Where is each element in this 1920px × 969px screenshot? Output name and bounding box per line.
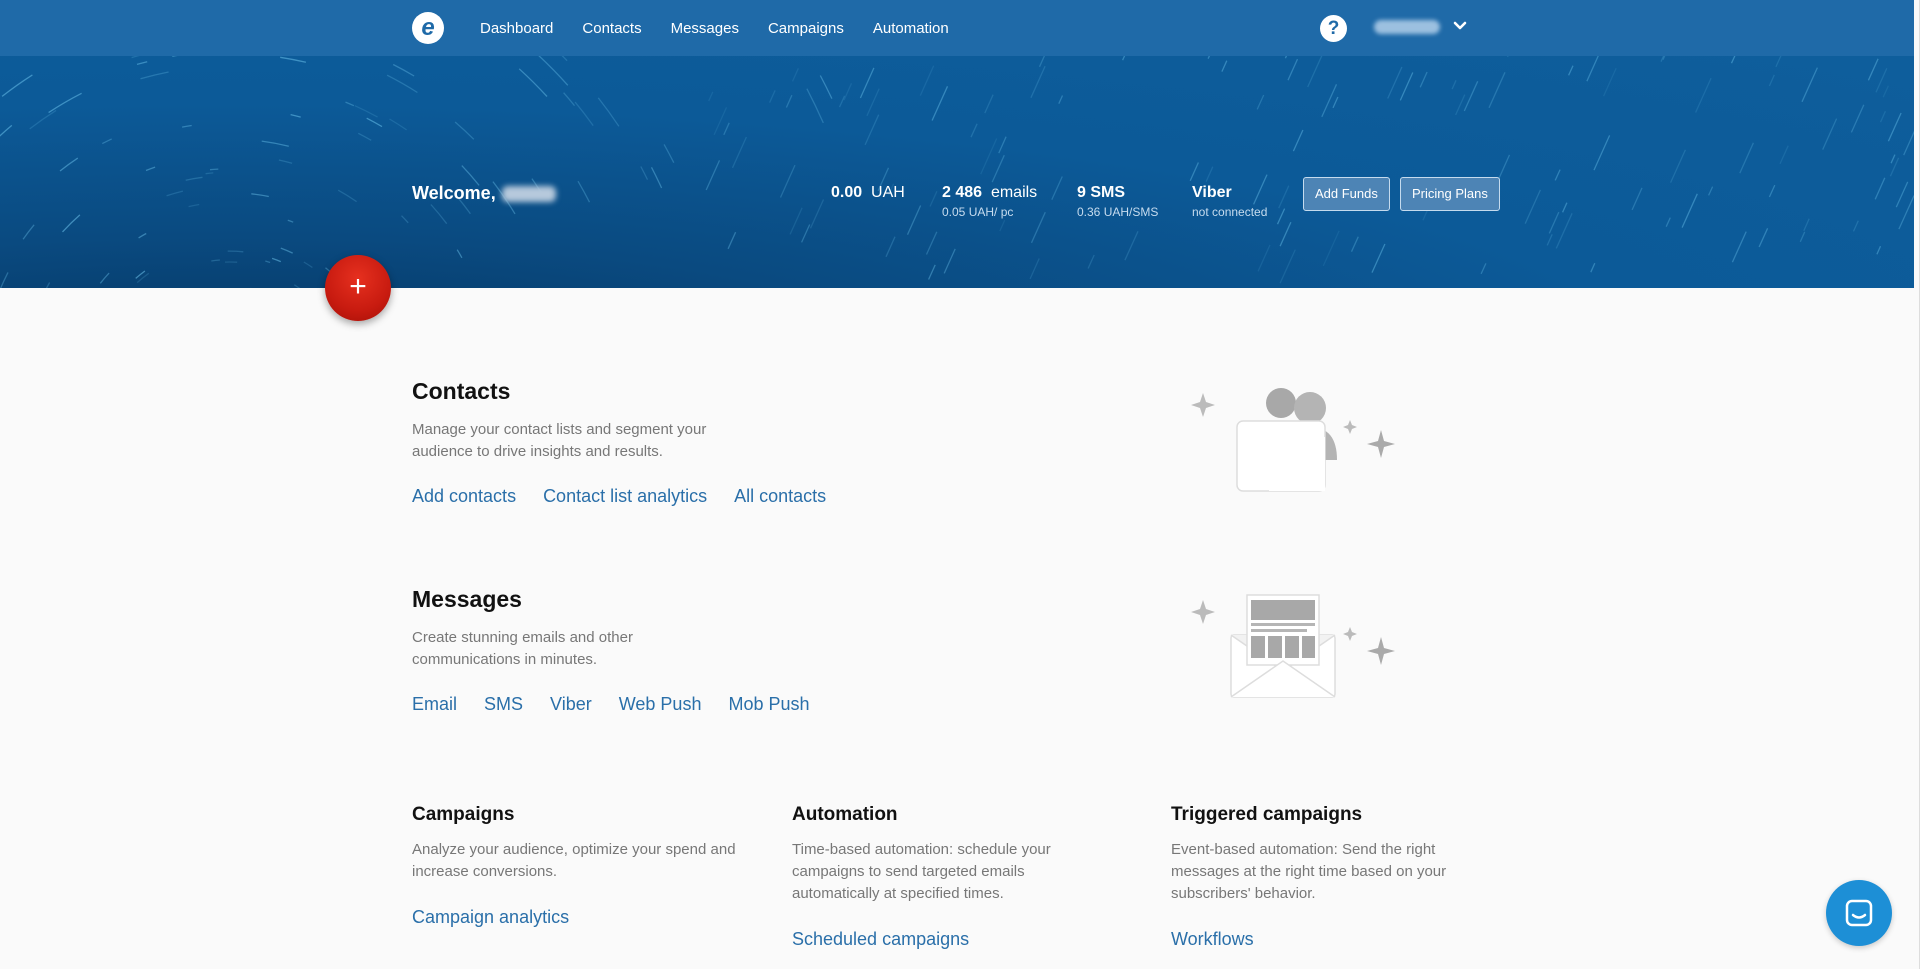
triggered-links: Workflows	[1171, 929, 1254, 950]
help-icon[interactable]: ?	[1320, 15, 1347, 42]
emails-rate: 0.05 UAH/ pc	[942, 205, 1014, 219]
balance-stat: 0.00 UAH	[831, 184, 905, 202]
welcome-label: Welcome,	[412, 183, 496, 203]
contacts-title: Contacts	[412, 378, 511, 404]
app-logo[interactable]: e	[412, 12, 444, 44]
contacts-desc-line: Manage your contact lists and segment yo…	[412, 421, 707, 438]
messages-illustration	[1191, 594, 1395, 698]
nav-contacts[interactable]: Contacts	[582, 20, 641, 37]
contacts-illustration	[1191, 388, 1395, 492]
campaigns-desc-line: Analyze your audience, optimize your spe…	[412, 841, 736, 858]
chat-icon	[1845, 899, 1873, 927]
contacts-links: Add contacts Contact list analytics All …	[412, 486, 826, 507]
star-trails-background	[0, 56, 1914, 288]
all-contacts-link[interactable]: All contacts	[734, 486, 826, 507]
automation-desc-line: campaigns to send targeted emails	[792, 863, 1025, 880]
create-new-button[interactable]: +	[325, 255, 391, 321]
mob-push-link[interactable]: Mob Push	[728, 694, 809, 715]
nav-messages[interactable]: Messages	[671, 20, 739, 37]
campaigns-description: Analyze your audience, optimize your spe…	[412, 839, 736, 883]
top-navigation-bar: e Dashboard Contacts Messages Campaigns …	[0, 0, 1914, 56]
automation-description: Time-based automation: schedule your cam…	[792, 839, 1051, 905]
nav-campaigns[interactable]: Campaigns	[768, 20, 844, 37]
automation-title: Automation	[792, 804, 898, 825]
nav-automation[interactable]: Automation	[873, 20, 949, 37]
messages-links: Email SMS Viber Web Push Mob Push	[412, 694, 810, 715]
triggered-desc-line: messages at the right time based on your	[1171, 863, 1447, 880]
account-name-blurred[interactable]	[1374, 20, 1440, 34]
web-push-link[interactable]: Web Push	[619, 694, 702, 715]
campaigns-links: Campaign analytics	[412, 907, 569, 928]
viber-title: Viber	[1192, 184, 1232, 201]
emails-unit: emails	[990, 184, 1038, 201]
triggered-desc-line: subscribers' behavior.	[1171, 885, 1316, 902]
viber-link[interactable]: Viber	[550, 694, 592, 715]
sms-link[interactable]: SMS	[484, 694, 523, 715]
email-link[interactable]: Email	[412, 694, 457, 715]
add-funds-button[interactable]: Add Funds	[1303, 177, 1390, 211]
messages-desc-line: Create stunning emails and other	[412, 629, 633, 646]
chat-widget-button[interactable]	[1826, 880, 1892, 946]
messages-description: Create stunning emails and other communi…	[412, 627, 633, 671]
workflows-link[interactable]: Workflows	[1171, 929, 1254, 950]
user-name-blurred	[501, 185, 556, 202]
contacts-description: Manage your contact lists and segment yo…	[412, 419, 706, 463]
automation-links: Scheduled campaigns	[792, 929, 969, 950]
contacts-desc-line: audience to drive insights and results.	[412, 443, 663, 460]
scheduled-campaigns-link[interactable]: Scheduled campaigns	[792, 929, 969, 950]
chevron-down-icon[interactable]	[1452, 18, 1468, 34]
emails-stat: 2 486 emails 0.05 UAH/ pc	[942, 184, 1037, 219]
triggered-campaigns-description: Event-based automation: Send the right m…	[1171, 839, 1446, 905]
viber-status: not connected	[1192, 205, 1268, 219]
messages-desc-line: communications in minutes.	[412, 651, 598, 668]
nav-dashboard[interactable]: Dashboard	[480, 20, 553, 37]
emails-value: 2 486	[942, 184, 983, 201]
welcome-message: Welcome,	[412, 183, 556, 204]
pricing-plans-button[interactable]: Pricing Plans	[1400, 177, 1500, 211]
add-contacts-link[interactable]: Add contacts	[412, 486, 516, 507]
viber-stat: Viber not connected	[1192, 184, 1267, 219]
balance-value: 0.00	[831, 184, 863, 201]
triggered-desc-line: Event-based automation: Send the right	[1171, 841, 1436, 858]
campaigns-desc-line: increase conversions.	[412, 863, 558, 880]
campaign-analytics-link[interactable]: Campaign analytics	[412, 907, 569, 928]
triggered-campaigns-title: Triggered campaigns	[1171, 804, 1363, 825]
messages-title: Messages	[412, 586, 522, 612]
balance-unit: UAH	[871, 184, 905, 201]
sms-rate: 0.36 UAH/SMS	[1077, 205, 1159, 219]
main-nav: Dashboard Contacts Messages Campaigns Au…	[480, 0, 949, 56]
sms-stat: 9 SMS 0.36 UAH/SMS	[1077, 184, 1158, 219]
contact-list-analytics-link[interactable]: Contact list analytics	[543, 486, 707, 507]
campaigns-title: Campaigns	[412, 804, 515, 825]
logo-icon: e	[421, 14, 435, 41]
automation-desc-line: automatically at specified times.	[792, 885, 1004, 902]
sms-value: 9 SMS	[1077, 184, 1126, 201]
automation-desc-line: Time-based automation: schedule your	[792, 841, 1051, 858]
hero-banner: Welcome, 0.00 UAH 2 486 emails 0.05 UAH/…	[0, 56, 1914, 288]
